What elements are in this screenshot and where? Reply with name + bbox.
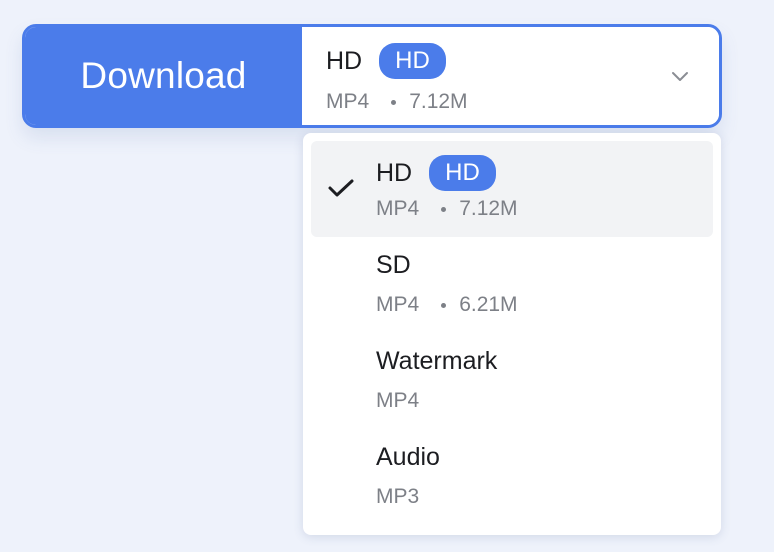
menu-item-file-info: MP3	[376, 485, 419, 509]
hd-badge: HD	[429, 155, 496, 191]
separator-dot	[391, 99, 397, 105]
chevron-down-icon[interactable]	[669, 65, 691, 87]
separator-dot	[441, 206, 447, 212]
checkmark-icon	[328, 179, 354, 197]
quality-dropdown-menu: HD HD MP4 7.12M SD MP4 6.21M Watermark M…	[303, 133, 721, 535]
selected-quality-badge: HD	[379, 43, 446, 79]
download-button-label: Download	[80, 55, 247, 96]
menu-item-sd-title-row: SD	[376, 251, 411, 280]
separator-dot	[441, 302, 447, 308]
selected-file-info: MP4 7.12M	[326, 90, 468, 114]
selected-size: 7.12M	[409, 90, 468, 113]
selected-format: MP4	[326, 90, 370, 113]
menu-item-sd[interactable]: SD MP4 6.21M	[311, 237, 713, 333]
download-split-button: Download HD HD MP4 7.12M	[22, 24, 722, 128]
download-widget: Download HD HD MP4 7.12M HD HD MP4 7.12M…	[0, 0, 774, 552]
menu-item-file-info: MP4 7.12M	[376, 197, 518, 221]
menu-item-watermark-title-row: Watermark	[376, 347, 497, 376]
menu-item-format: MP4	[376, 293, 420, 316]
menu-item-file-info: MP4	[376, 389, 419, 413]
menu-item-hd[interactable]: HD HD MP4 7.12M	[311, 141, 713, 237]
menu-item-audio-title-row: Audio	[376, 443, 440, 472]
menu-item-size: 6.21M	[459, 293, 518, 316]
menu-item-size: 7.12M	[459, 197, 518, 220]
menu-item-format: MP3	[376, 485, 420, 508]
menu-item-format: MP4	[376, 197, 420, 220]
download-button[interactable]: Download	[25, 27, 302, 125]
menu-item-format: MP4	[376, 389, 420, 412]
quality-selector[interactable]: HD HD MP4 7.12M	[302, 27, 719, 125]
menu-item-hd-title-row: HD HD	[376, 155, 496, 191]
menu-item-label: Audio	[376, 443, 440, 471]
selected-quality-label: HD	[326, 46, 363, 75]
selected-quality-row: HD HD	[326, 43, 446, 79]
menu-item-label: HD	[376, 158, 413, 187]
menu-item-file-info: MP4 6.21M	[376, 293, 518, 317]
menu-item-label: Watermark	[376, 347, 498, 375]
menu-item-watermark[interactable]: Watermark MP4	[311, 333, 713, 429]
menu-item-audio[interactable]: Audio MP3	[311, 429, 713, 525]
menu-item-label: SD	[376, 251, 411, 279]
